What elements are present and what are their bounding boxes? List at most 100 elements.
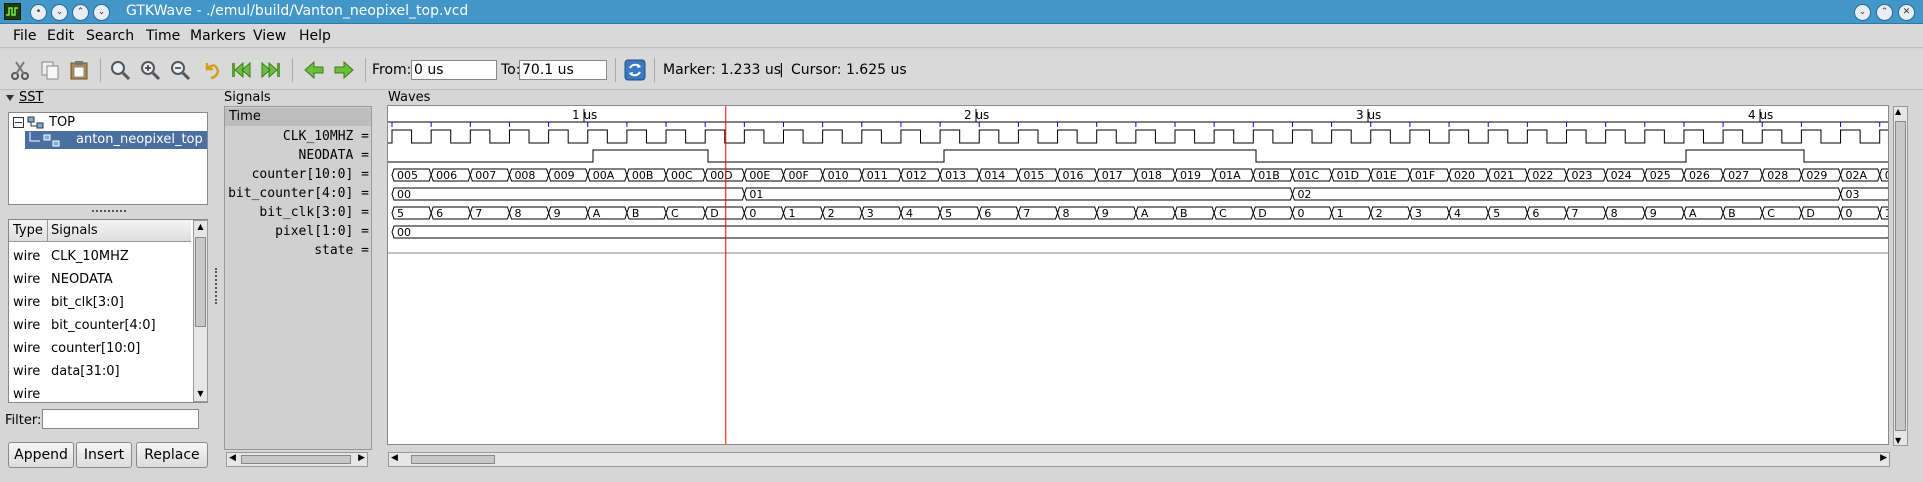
counter-value: 009 (554, 169, 575, 182)
signal-name-bit-clk[interactable]: bit_clk[3:0] = (225, 203, 369, 222)
menu-markers[interactable]: Markers (190, 28, 246, 44)
window-menu-button[interactable]: • (30, 4, 47, 21)
list-item[interactable]: wire bit_counter[4:0] (13, 318, 156, 333)
reload-icon[interactable] (624, 59, 646, 81)
signal-name-pixel[interactable]: pixel[1:0] = (225, 222, 369, 241)
from-field[interactable]: 0 us (411, 60, 497, 80)
counter-value: 017 (1102, 169, 1123, 182)
menu-view[interactable]: View (253, 28, 286, 44)
bit-clk-value: 2 (1376, 207, 1383, 220)
scrollbar-thumb[interactable] (195, 237, 206, 327)
counter-value: 029 (1806, 169, 1827, 182)
waves-hscrollbar[interactable]: ◀ ▶ (388, 452, 1890, 467)
counter-value: 013 (945, 169, 966, 182)
bit-clk-value: B (1728, 207, 1736, 220)
bit-clk-value: D (710, 207, 718, 220)
col-type-header[interactable]: Type (13, 223, 43, 238)
menu-help[interactable]: Help (299, 28, 331, 44)
sst-list-scrollbar[interactable]: ▲ ▼ (193, 220, 208, 402)
bit-clk-value: 9 (554, 207, 561, 220)
counter-value: 02A (1846, 169, 1868, 182)
time-tick-label: 4 us (1748, 108, 1773, 122)
sticky-button[interactable]: ⌄ (93, 4, 110, 21)
pane-splitter-handle[interactable] (215, 268, 219, 304)
bit-clk-value: 4 (1454, 207, 1461, 220)
module-icon (29, 132, 60, 147)
signals-title: Signals (224, 90, 271, 105)
signal-name-counter[interactable]: counter[10:0] = (225, 165, 369, 184)
scrollbar-thumb[interactable] (411, 455, 495, 464)
tree-item-selected[interactable]: anton_neopixel_top (25, 131, 207, 149)
close-button[interactable]: ✕ (1898, 4, 1915, 21)
list-item[interactable]: wire counter[10:0] (13, 341, 140, 356)
counter-value: 006 (436, 169, 457, 182)
menu-time[interactable]: Time (146, 28, 180, 44)
time-label: Time (229, 109, 261, 124)
insert-button[interactable]: Insert (76, 442, 132, 468)
paste-icon[interactable] (68, 59, 90, 81)
sst-tree: TOP anton_neopixel_top (8, 112, 208, 205)
bit-clk-value: B (1180, 207, 1188, 220)
bit-clk-value: B (632, 207, 640, 220)
zoom-to-end-icon[interactable] (260, 59, 282, 81)
from-label: From: (372, 62, 412, 78)
scrollbar-thumb[interactable] (241, 455, 351, 464)
to-field[interactable]: 70.1 us (519, 60, 607, 80)
undo-zoom-icon[interactable] (201, 59, 223, 81)
replace-button[interactable]: Replace (136, 442, 208, 468)
signal-name-bit-counter[interactable]: bit_counter[4:0] = (225, 184, 369, 203)
time-tick-label: 1 us (572, 108, 597, 122)
pixel-segment (391, 225, 1888, 239)
scrollbar-thumb[interactable] (1895, 121, 1906, 431)
signal-name-clk[interactable]: CLK_10MHZ = (225, 127, 369, 146)
menu-file[interactable]: File (13, 28, 36, 44)
signal-name-neodata[interactable]: NEODATA = (225, 146, 369, 165)
cut-icon[interactable] (9, 59, 31, 81)
sst-expander-icon[interactable] (5, 93, 15, 103)
previous-edge-icon[interactable] (303, 59, 325, 81)
append-button[interactable]: Append (8, 442, 74, 468)
col-signals-header[interactable]: Signals (51, 223, 98, 238)
waves-vscrollbar[interactable]: ▲ ▼ (1893, 106, 1908, 446)
collapse-toggle-icon[interactable] (13, 117, 24, 128)
signals-hscrollbar[interactable]: ◀ ▶ (226, 452, 368, 467)
counter-value: 00E (749, 169, 770, 182)
bit-clk-value: 2 (828, 207, 835, 220)
next-edge-icon[interactable] (333, 59, 355, 81)
list-item[interactable]: wiredata_int (13, 387, 40, 402)
copy-icon[interactable] (39, 59, 61, 81)
counter-value: 022 (1532, 169, 1553, 182)
marker-readout: Marker: 1.233 us (663, 62, 782, 78)
bit-clk-value: C (671, 207, 679, 220)
zoom-to-start-icon[interactable] (230, 59, 252, 81)
shade-button[interactable]: ⌄ (51, 4, 68, 21)
list-item[interactable]: wire bit_clk[3:0] (13, 295, 124, 310)
menu-edit[interactable]: Edit (47, 28, 74, 44)
minimize-button[interactable]: ⌄ (1854, 4, 1871, 21)
raise-button[interactable]: ⌃ (72, 4, 89, 21)
bit-clk-value: 3 (1415, 207, 1422, 220)
signal-name-state[interactable]: state = (225, 241, 369, 260)
list-item[interactable]: wire data[31:0] (13, 364, 120, 379)
zoom-fit-icon[interactable] (109, 59, 131, 81)
menu-search[interactable]: Search (86, 28, 134, 44)
bit-clk-value: 0 (1297, 207, 1304, 220)
list-item[interactable]: wire NEODATA (13, 272, 113, 287)
neodata-waveform (388, 149, 1888, 163)
counter-value: 00A (593, 169, 615, 182)
maximize-button[interactable]: ⌃ (1876, 4, 1893, 21)
list-item[interactable]: wire CLK_10MHZ (13, 249, 129, 264)
counter-value: 008 (514, 169, 535, 182)
bit-clk-value: 3 (867, 207, 874, 220)
bit-clk-value: 9 (1102, 207, 1109, 220)
zoom-in-icon[interactable] (139, 59, 161, 81)
bit-clk-value: C (1219, 207, 1227, 220)
bit-clk-value: 8 (1063, 207, 1070, 220)
counter-value: 026 (1689, 169, 1710, 182)
tree-item-top[interactable]: TOP (49, 115, 75, 130)
zoom-out-icon[interactable] (169, 59, 191, 81)
pane-splitter-handle[interactable] (92, 210, 126, 214)
waveform-canvas[interactable]: 1 us 2 us 3 us 4 us005 006 007 008 009 00A 00B 00C… (387, 105, 1889, 445)
counter-value: 01E (1376, 169, 1397, 182)
filter-input[interactable] (42, 409, 199, 429)
